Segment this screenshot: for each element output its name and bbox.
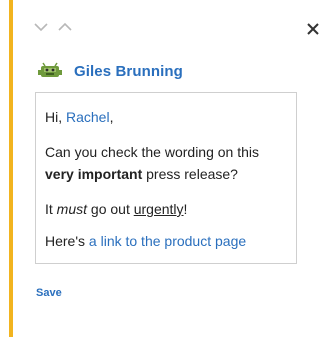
link-prefix: Here's [45, 233, 89, 249]
urgency-text-3: ! [183, 201, 188, 217]
request-text-2: press release? [142, 166, 238, 182]
request-line: Can you check the wording on this very i… [45, 141, 286, 185]
greeting-prefix: Hi, [45, 109, 66, 125]
greeting-suffix: , [109, 109, 114, 125]
accent-bar [9, 0, 13, 337]
mention-link[interactable]: Rachel [66, 109, 110, 125]
comment-navigation [34, 22, 72, 32]
urgency-line: It must go out urgently! [45, 198, 286, 220]
close-icon[interactable] [306, 22, 320, 36]
urgency-text-2: go out [87, 201, 134, 217]
save-button[interactable]: Save [36, 287, 62, 299]
underlined-text: urgently [133, 201, 184, 217]
link-line: Here's a link to the product page [45, 230, 286, 252]
product-page-link[interactable]: a link to the product page [89, 233, 246, 249]
robot-avatar-icon [38, 62, 62, 77]
chevron-up-icon[interactable] [58, 22, 72, 32]
author-name[interactable]: Giles Brunning [74, 63, 183, 80]
comment-author: Giles Brunning [38, 62, 183, 80]
greeting-line: Hi, Rachel, [45, 106, 286, 128]
chevron-down-icon[interactable] [34, 22, 48, 32]
comment-editor[interactable]: Hi, Rachel, Can you check the wording on… [35, 92, 297, 264]
urgency-text-1: It [45, 201, 57, 217]
bold-text: very important [45, 166, 143, 182]
comment-panel: Giles Brunning Hi, Rachel, Can you check… [0, 0, 336, 337]
italic-text: must [56, 201, 88, 217]
request-text-1: Can you check the wording on this [45, 144, 260, 160]
